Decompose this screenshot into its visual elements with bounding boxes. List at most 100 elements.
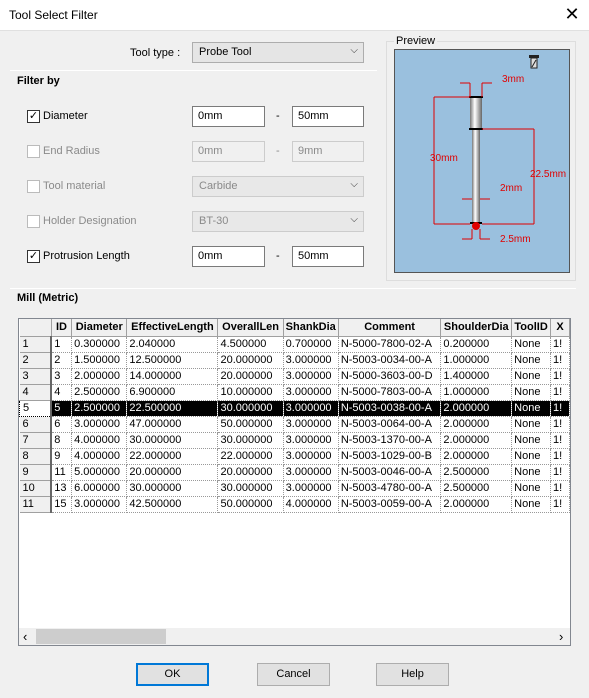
filter-select[interactable]: BT-30 ⌵: [192, 211, 364, 232]
table-cell[interactable]: 13: [51, 480, 73, 497]
table-cell[interactable]: N-5003-0034-00-A: [338, 352, 442, 369]
tool-material-checkbox[interactable]: [27, 180, 40, 193]
table-cell[interactable]: 20.000000: [217, 464, 284, 481]
table-cell[interactable]: 30.000000: [217, 432, 284, 449]
table-cell[interactable]: 1!: [550, 480, 570, 497]
column-header[interactable]: EffectiveLength: [126, 319, 219, 337]
table-cell[interactable]: 3.000000: [283, 480, 339, 497]
table-cell[interactable]: 2.040000: [126, 336, 219, 353]
table-cell[interactable]: 4.500000: [217, 336, 284, 353]
table-cell[interactable]: 1!: [550, 432, 570, 449]
row-header[interactable]: 4: [19, 384, 53, 401]
table-cell[interactable]: 6.900000: [126, 384, 219, 401]
table-cell[interactable]: 9: [51, 448, 73, 465]
table-cell[interactable]: N-5003-0046-00-A: [338, 464, 442, 481]
cancel-button[interactable]: Cancel: [257, 663, 330, 686]
row-header[interactable]: 7: [19, 432, 53, 449]
table-row[interactable]: 7 8 4.000000 30.000000 30.000000 3.000000 N-50…: [19, 432, 570, 449]
row-header[interactable]: 2: [19, 352, 53, 369]
table-cell[interactable]: 47.000000: [126, 416, 219, 433]
table-cell[interactable]: 1.400000: [440, 368, 513, 385]
column-header[interactable]: Comment: [338, 319, 442, 337]
table-cell[interactable]: 2.500000: [71, 384, 128, 401]
table-cell[interactable]: 2: [51, 352, 73, 369]
scroll-left-icon[interactable]: ‹: [23, 629, 27, 644]
row-header[interactable]: 8: [19, 448, 53, 465]
table-cell[interactable]: None: [511, 416, 552, 433]
table-cell[interactable]: 22.500000: [126, 400, 219, 417]
table-row[interactable]: 10 13 6.000000 30.000000 30.000000 3.000000 N-…: [19, 480, 570, 497]
column-header[interactable]: OverallLen: [217, 319, 284, 337]
table-cell[interactable]: 3.000000: [283, 464, 339, 481]
table-cell[interactable]: None: [511, 336, 552, 353]
table-row[interactable]: 11 15 3.000000 42.500000 50.000000 4.000000 N-…: [19, 496, 570, 513]
table-cell[interactable]: 2.500000: [71, 400, 128, 417]
table-cell[interactable]: 42.500000: [126, 496, 219, 513]
table-cell[interactable]: 30.000000: [217, 400, 284, 417]
table-cell[interactable]: 2.000000: [440, 448, 513, 465]
table-cell[interactable]: 3.000000: [283, 400, 339, 417]
table-cell[interactable]: N-5003-0059-00-A: [338, 496, 442, 513]
table-row[interactable]: 1 1 0.300000 2.040000 4.500000 0.700000 N-5000…: [19, 336, 570, 353]
table-cell[interactable]: 2.500000: [440, 464, 513, 481]
filter-max-input[interactable]: 9mm: [292, 141, 364, 162]
table-cell[interactable]: N-5000-3603-00-D: [338, 368, 442, 385]
table-cell[interactable]: 1!: [550, 448, 570, 465]
scrollbar-thumb[interactable]: [36, 629, 166, 644]
table-row[interactable]: 8 9 4.000000 22.000000 22.000000 3.000000 N-50…: [19, 448, 570, 465]
table-cell[interactable]: None: [511, 448, 552, 465]
table-row[interactable]: 4 4 2.500000 6.900000 10.000000 3.000000 N-500…: [19, 384, 570, 401]
filter-min-input[interactable]: 0mm: [192, 106, 265, 127]
row-header[interactable]: 3: [19, 368, 53, 385]
table-cell[interactable]: 3.000000: [283, 416, 339, 433]
holder-designation-checkbox[interactable]: [27, 215, 40, 228]
row-header[interactable]: 9: [19, 464, 53, 481]
table-cell[interactable]: 1!: [550, 496, 570, 513]
table-cell[interactable]: 2.000000: [440, 496, 513, 513]
table-cell[interactable]: 1!: [550, 464, 570, 481]
filter-select[interactable]: Carbide ⌵: [192, 176, 364, 197]
table-cell[interactable]: N-5003-1029-00-B: [338, 448, 442, 465]
table-cell[interactable]: 1.500000: [71, 352, 128, 369]
table-cell[interactable]: 1!: [550, 384, 570, 401]
table-cell[interactable]: 1: [51, 336, 73, 353]
column-header[interactable]: ToolID: [511, 319, 552, 337]
filter-min-input[interactable]: 0mm: [192, 141, 265, 162]
table-cell[interactable]: None: [511, 368, 552, 385]
scroll-right-icon[interactable]: ›: [559, 629, 563, 644]
table-cell[interactable]: N-5003-0038-00-A: [338, 400, 442, 417]
table-cell[interactable]: 22.000000: [217, 448, 284, 465]
protrusion-length-checkbox[interactable]: ✓: [27, 250, 40, 263]
table-cell[interactable]: 30.000000: [126, 480, 219, 497]
table-cell[interactable]: 3: [51, 368, 73, 385]
table-cell[interactable]: 5: [51, 400, 73, 417]
table-row[interactable]: 2 2 1.500000 12.500000 20.000000 3.000000 N-50…: [19, 352, 570, 369]
column-header[interactable]: X: [550, 319, 570, 337]
table-cell[interactable]: 4.000000: [283, 496, 339, 513]
table-cell[interactable]: 50.000000: [217, 416, 284, 433]
table-cell[interactable]: 10.000000: [217, 384, 284, 401]
table-cell[interactable]: 1.000000: [440, 384, 513, 401]
table-cell[interactable]: 2.000000: [440, 400, 513, 417]
table-cell[interactable]: N-5003-4780-00-A: [338, 480, 442, 497]
table-cell[interactable]: None: [511, 464, 552, 481]
table-cell[interactable]: 1!: [550, 336, 570, 353]
table-cell[interactable]: 3.000000: [283, 368, 339, 385]
table-cell[interactable]: 3.000000: [283, 448, 339, 465]
column-header[interactable]: ShoulderDia: [440, 319, 513, 337]
table-cell[interactable]: None: [511, 496, 552, 513]
horizontal-scrollbar[interactable]: ‹ ›: [19, 628, 570, 645]
table-row[interactable]: 9 11 5.000000 20.000000 20.000000 3.000000 N-5…: [19, 464, 570, 481]
table-cell[interactable]: 14.000000: [126, 368, 219, 385]
table-cell[interactable]: 1!: [550, 400, 570, 417]
table-cell[interactable]: 8: [51, 432, 73, 449]
table-cell[interactable]: 4.000000: [71, 448, 128, 465]
table-cell[interactable]: 3.000000: [71, 496, 128, 513]
column-header[interactable]: [19, 319, 52, 337]
filter-max-input[interactable]: 50mm: [292, 106, 364, 127]
filter-max-input[interactable]: 50mm: [292, 246, 364, 267]
table-cell[interactable]: 22.000000: [126, 448, 219, 465]
filter-min-input[interactable]: 0mm: [192, 246, 265, 267]
table-cell[interactable]: N-5000-7803-00-A: [338, 384, 442, 401]
table-cell[interactable]: 2.000000: [71, 368, 128, 385]
